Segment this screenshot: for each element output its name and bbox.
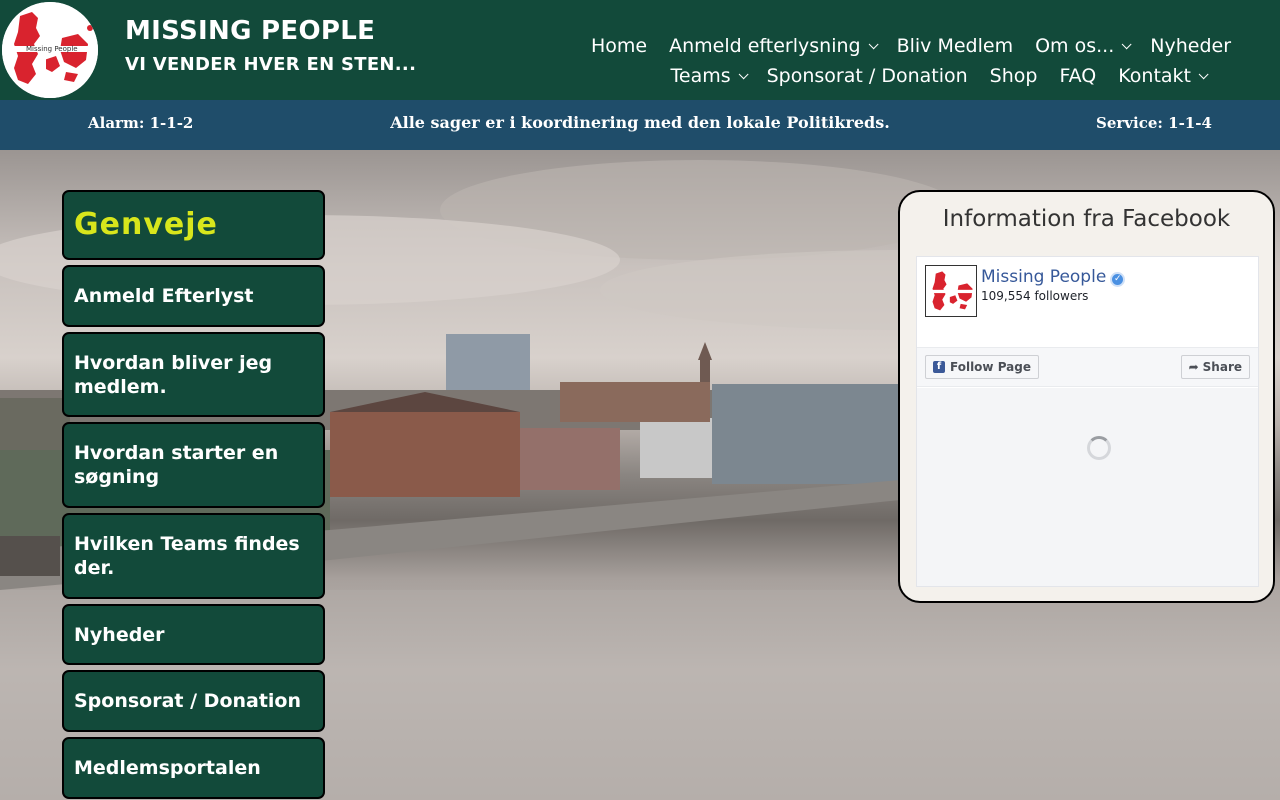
nav-shop[interactable]: Shop <box>990 65 1038 87</box>
site-header: Missing People MISSING PEOPLE VI VENDER … <box>0 0 1280 100</box>
denmark-map-icon: Missing People <box>2 2 98 98</box>
denmark-map-icon <box>926 266 976 316</box>
nav-nyheder[interactable]: Nyheder <box>1150 35 1231 57</box>
chevron-down-icon <box>738 68 749 79</box>
site-tagline: VI VENDER HVER EN STEN... <box>125 54 417 75</box>
nav-anmeld-efterlysning[interactable]: Anmeld efterlysning <box>669 35 879 57</box>
service-number: Service: 1-1-4 <box>1096 114 1212 132</box>
facebook-panel: Information fra Facebook Missing People ✓… <box>898 190 1275 603</box>
loading-spinner-icon <box>1087 436 1111 460</box>
facebook-feed-area <box>917 388 1258 586</box>
svg-text:Missing People: Missing People <box>26 45 78 53</box>
shortcut-teams[interactable]: Hvilken Teams findes der. <box>62 513 325 599</box>
chevron-down-icon <box>868 38 879 49</box>
facebook-followers-count: 109,554 followers <box>981 289 1089 303</box>
coordination-notice: Alle sager er i koordinering med den lok… <box>390 113 890 132</box>
share-arrow-icon: ➦ <box>1188 360 1199 374</box>
site-title[interactable]: MISSING PEOPLE <box>125 16 375 46</box>
nav-home[interactable]: Home <box>591 35 647 57</box>
nav-sponsorat-donation[interactable]: Sponsorat / Donation <box>767 65 968 87</box>
nav-kontakt[interactable]: Kontakt <box>1118 65 1209 87</box>
chevron-down-icon <box>1198 68 1209 79</box>
nav-teams[interactable]: Teams <box>671 65 749 87</box>
shortcut-anmeld-efterlyst[interactable]: Anmeld Efterlyst <box>62 265 325 327</box>
shortcut-medlemsportalen[interactable]: Medlemsportalen <box>62 737 325 799</box>
nav-bliv-medlem[interactable]: Bliv Medlem <box>897 35 1014 57</box>
shortcuts-title: Genveje <box>62 190 325 260</box>
facebook-page-widget: Missing People ✓ 109,554 followers f Follo… <box>916 256 1259 587</box>
verified-badge-icon: ✓ <box>1110 272 1126 287</box>
shortcut-bliv-medlem[interactable]: Hvordan bliver jeg medlem. <box>62 332 325 417</box>
facebook-panel-title: Information fra Facebook <box>942 206 1231 232</box>
chevron-down-icon <box>1121 38 1132 49</box>
follow-page-button[interactable]: f Follow Page <box>925 355 1039 379</box>
site-logo[interactable]: Missing People <box>2 2 98 98</box>
emergency-info-bar: Alarm: 1-1-2 Alle sager er i koordinerin… <box>0 100 1280 150</box>
shortcut-nyheder[interactable]: Nyheder <box>62 604 325 665</box>
facebook-page-name[interactable]: Missing People ✓ <box>981 267 1126 287</box>
nav-om-os[interactable]: Om os... <box>1035 35 1132 57</box>
facebook-action-bar: f Follow Page ➦ Share <box>917 347 1258 387</box>
facebook-page-avatar[interactable] <box>925 265 977 317</box>
share-button[interactable]: ➦ Share <box>1180 355 1250 379</box>
main-nav-row-1: Home Anmeld efterlysning Bliv Medlem Om … <box>569 35 1231 57</box>
main-nav-row-2: Teams Sponsorat / Donation Shop FAQ Kont… <box>649 65 1209 87</box>
shortcut-sponsorat-donation[interactable]: Sponsorat / Donation <box>62 670 325 732</box>
facebook-icon: f <box>933 361 945 373</box>
nav-faq[interactable]: FAQ <box>1059 65 1096 87</box>
shortcut-start-soegning[interactable]: Hvordan starter en søgning <box>62 422 325 508</box>
